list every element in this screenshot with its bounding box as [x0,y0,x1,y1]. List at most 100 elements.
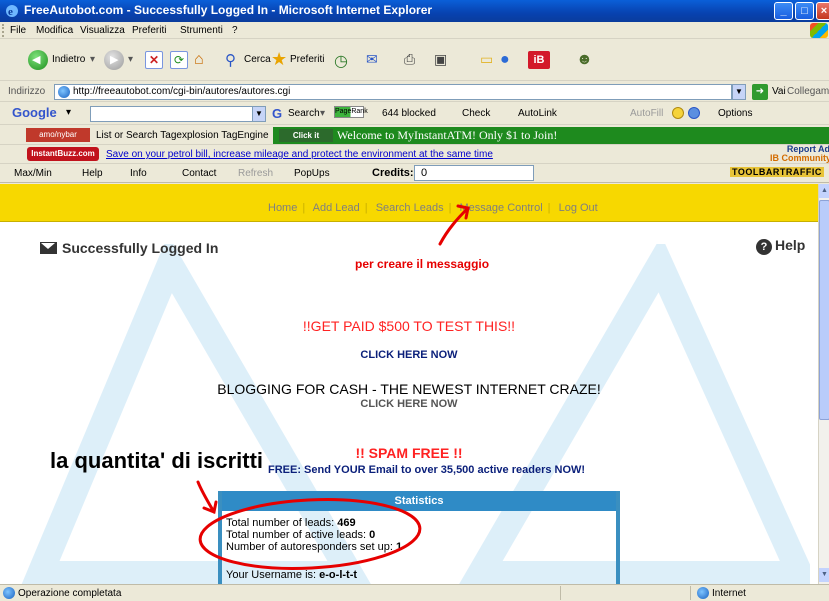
spellcheck-button[interactable]: Check [462,108,490,119]
ad-paid-headline[interactable]: !!GET PAID $500 TO TEST THIS!! [0,318,818,334]
contact-button[interactable]: Contact [182,168,216,179]
popup-blocked-count[interactable]: 644 blocked [382,108,436,119]
menu-file[interactable]: File [10,25,26,36]
google-logo[interactable]: Google [12,105,57,120]
back-button[interactable] [28,50,48,70]
go-label[interactable]: Vai [772,86,786,97]
statistics-title: Statistics [222,491,616,511]
page-icon [58,86,70,98]
vote-up-icon[interactable] [672,107,684,119]
people-icon[interactable]: ☻ [576,51,593,69]
menu-modifica[interactable]: Modifica [36,25,73,36]
refresh-icon[interactable]: ⟳ [170,51,188,69]
status-page-icon [3,587,15,599]
edit-icon[interactable]: ▣ [434,51,447,68]
refresh-button[interactable]: Refresh [238,168,273,179]
messenger-icon[interactable]: ● [500,51,510,69]
popups-button[interactable]: PopUps [294,168,330,179]
history-icon[interactable]: ◷ [334,51,348,71]
go-arrow-icon[interactable]: ➜ [752,84,768,100]
ad-link[interactable]: Save on your petrol bill, increase milea… [106,149,493,160]
help-label[interactable]: Help [775,237,805,253]
nav-add-lead[interactable]: Add Lead [313,202,360,214]
stat-total-leads: Total number of leads: 469 [226,517,402,529]
menu-preferiti[interactable]: Preferiti [132,25,166,36]
google-g-icon[interactable]: G [272,106,282,121]
stat-autoresponders: Number of autoresponders set up: 1 [226,541,402,553]
ie-logo-icon: e [6,5,18,18]
instantbuzz-toolbar: InstantBuzz.com Save on your petrol bill… [0,145,829,164]
annotation-subscribers: la quantita' di iscritti [50,448,264,473]
google-dropdown-icon[interactable]: ▾ [66,107,71,118]
internet-zone-icon [697,587,709,599]
forward-button[interactable] [104,50,124,70]
options-button[interactable]: Options [718,108,752,119]
menu-visualizza[interactable]: Visualizza [80,25,125,36]
google-search-dropdown-icon[interactable]: ▼ [252,106,266,122]
report-ad[interactable]: Report Ad IB Community [770,145,829,163]
maximize-button[interactable]: □ [795,2,814,20]
forward-dropdown-icon[interactable]: ▾ [128,54,133,65]
stop-icon[interactable]: ✕ [145,51,163,69]
close-button[interactable]: × [816,2,829,20]
folder-icon[interactable]: ▭ [480,51,493,68]
scroll-down-icon[interactable]: ▼ [819,568,829,582]
ad-free-send[interactable]: FREE: Send YOUR Email to over 35,500 act… [268,464,585,476]
home-icon[interactable]: ⌂ [194,51,204,69]
vertical-scrollbar[interactable]: ▲ ▼ [818,184,829,584]
help-link[interactable]: ? Help [756,237,805,255]
search-icon[interactable]: ⚲ [225,51,236,69]
help-button[interactable]: Help [82,168,103,179]
favorites-label[interactable]: Preferiti [290,54,324,65]
address-url: http://freeautobot.com/cgi-bin/autores/a… [73,86,291,97]
credits-value: 0 [414,165,534,181]
minimize-button[interactable]: _ [774,2,793,20]
info-button[interactable]: Info [130,168,147,179]
nav-log-out[interactable]: Log Out [559,202,598,214]
menu-bar: File Modifica Visualizza Preferiti Strum… [0,22,829,39]
links-label[interactable]: Collegamenti [787,86,829,97]
svg-text:e: e [8,6,13,18]
google-search-button[interactable]: Search [288,108,320,119]
tagexplosion-logo[interactable]: amo/nybar [26,128,90,142]
vote-down-icon[interactable] [688,107,700,119]
menu-help[interactable]: ? [232,25,238,36]
nav-message-control[interactable]: Message Control [460,202,543,214]
ad-click-here-2[interactable]: CLICK HERE NOW [0,398,818,410]
toolbartraffic-logo[interactable]: TOOLBARTRAFFIC [730,167,824,177]
stat-autoresponders-value: 1 [396,541,403,553]
google-search-input[interactable] [90,106,266,122]
status-bar: Operazione completata Internet [0,584,829,601]
scroll-thumb[interactable] [819,200,829,420]
menu-strumenti[interactable]: Strumenti [180,25,223,36]
ib-community-label[interactable]: IB Community [770,154,829,163]
myinstantatm-banner[interactable]: Click it Welcome to MyInstantATM! Only $… [273,127,829,144]
print-icon[interactable]: ⎙ [404,51,415,68]
back-dropdown-icon[interactable]: ▾ [90,54,95,65]
tagengine-search[interactable]: List or Search Tagexplosion TagEngine [96,130,269,141]
nav-search-leads[interactable]: Search Leads [376,202,444,214]
scroll-up-icon[interactable]: ▲ [819,184,829,198]
back-label[interactable]: Indietro [52,54,85,65]
nav-home[interactable]: Home [268,202,297,214]
ad-blogging-headline[interactable]: BLOGGING FOR CASH - THE NEWEST INTERNET … [0,381,818,397]
stat-autoresponders-label: Number of autoresponders set up: [226,541,393,553]
statistics-body: Total number of leads: 469 Total number … [226,517,402,553]
search-dropdown-icon[interactable]: ▾ [320,108,325,119]
autofill-button[interactable]: AutoFill [630,108,663,119]
address-input[interactable]: http://freeautobot.com/cgi-bin/autores/a… [54,84,732,100]
favorites-icon[interactable]: ★ [271,49,287,70]
instantbuzz-logo[interactable]: InstantBuzz.com [27,147,99,161]
search-label[interactable]: Cerca [244,54,271,65]
username-label: Your Username is: [226,569,317,581]
stat-active-leads-value: 0 [369,529,376,541]
mail-icon[interactable]: ✉ [366,51,378,68]
address-label: Indirizzo [8,86,46,97]
maxmin-button[interactable]: Max/Min [14,168,52,179]
ad-click-here-1[interactable]: CLICK HERE NOW [0,349,818,361]
banner-click-button[interactable]: Click it [279,129,333,142]
autolink-button[interactable]: AutoLink [518,108,557,119]
ib-icon[interactable]: iB [528,51,550,69]
status-separator [560,586,561,600]
address-dropdown-icon[interactable]: ▼ [732,84,746,100]
